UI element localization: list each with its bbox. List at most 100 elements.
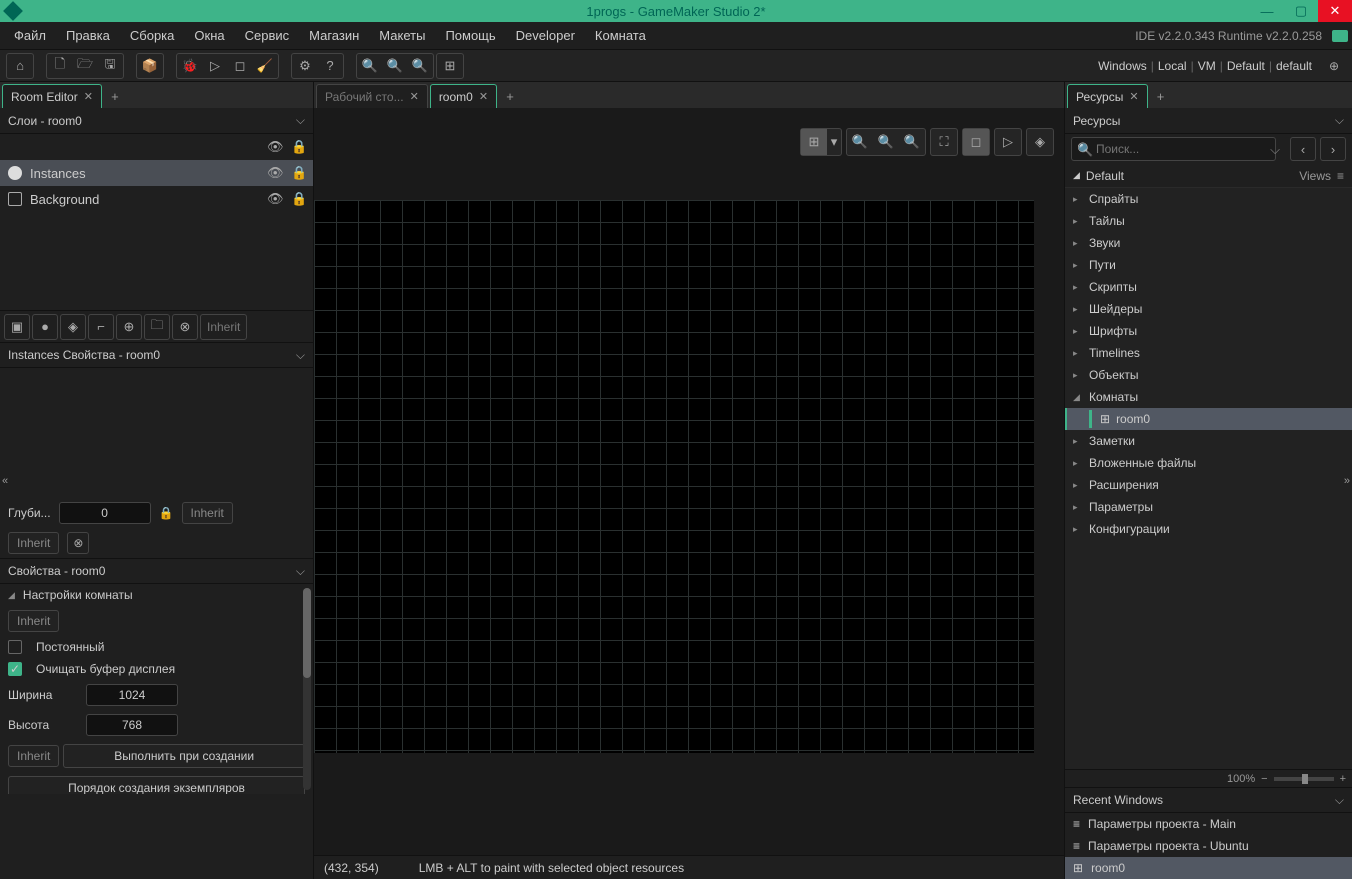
- target-windows[interactable]: Windows: [1098, 59, 1147, 73]
- tree-Расширения[interactable]: ▸Расширения: [1065, 474, 1352, 496]
- add-instance-layer-button[interactable]: ●: [32, 314, 58, 340]
- layers-header[interactable]: Слои - room0⌵: [0, 108, 313, 134]
- tab-room-editor[interactable]: Room Editor✕: [2, 84, 102, 108]
- tree-Конфигурации[interactable]: ▸Конфигурации: [1065, 518, 1352, 540]
- room-props-header[interactable]: Свойства - room0⌵: [0, 558, 313, 584]
- run-button[interactable]: ▷: [203, 55, 227, 77]
- maximize-button[interactable]: ▢: [1284, 0, 1318, 22]
- edge-expand-right[interactable]: »: [1344, 475, 1350, 487]
- clean-button[interactable]: 🧹: [253, 55, 277, 77]
- tree-Пути[interactable]: ▸Пути: [1065, 254, 1352, 276]
- zoom-out-canvas-button[interactable]: 🔍: [847, 129, 873, 155]
- play-preview-button[interactable]: ▷: [995, 129, 1021, 155]
- tree-Шрифты[interactable]: ▸Шрифты: [1065, 320, 1352, 342]
- room-grid[interactable]: [314, 200, 1034, 753]
- grid-dropdown[interactable]: ▾: [827, 129, 841, 155]
- lock-icon[interactable]: 🔒: [291, 165, 305, 181]
- nav-forward-button[interactable]: ›: [1320, 137, 1346, 161]
- close-button[interactable]: ✕: [1318, 0, 1352, 22]
- menu-магазин[interactable]: Магазин: [299, 24, 369, 47]
- eye-icon[interactable]: 👁: [267, 191, 283, 207]
- close-icon[interactable]: ✕: [1129, 90, 1138, 103]
- close-icon[interactable]: ✕: [479, 90, 488, 103]
- inherit-room-button[interactable]: Inherit: [8, 610, 59, 632]
- tree-Заметки[interactable]: ▸Заметки: [1065, 430, 1352, 452]
- menu-правка[interactable]: Правка: [56, 24, 120, 47]
- tree-Параметры[interactable]: ▸Параметры: [1065, 496, 1352, 518]
- tab-Рабочий сто...[interactable]: Рабочий сто...✕: [316, 84, 428, 108]
- clear-buffer-checkbox[interactable]: ✓: [8, 662, 22, 676]
- new-button[interactable]: 🗋: [48, 55, 72, 77]
- zoom-in-button[interactable]: 🔍: [358, 55, 382, 77]
- zoom-reset-button[interactable]: 🔍: [408, 55, 432, 77]
- eye-icon[interactable]: 👁: [267, 165, 283, 181]
- persistent-checkbox[interactable]: [8, 640, 22, 654]
- tree-item-room0[interactable]: ⊞room0: [1065, 408, 1352, 430]
- tree-Шейдеры[interactable]: ▸Шейдеры: [1065, 298, 1352, 320]
- close-icon[interactable]: ✕: [84, 90, 93, 103]
- zoom-reset-canvas-button[interactable]: 🔍: [873, 129, 899, 155]
- zoom-out-icon[interactable]: −: [1261, 773, 1267, 785]
- add-path-layer-button[interactable]: ⌐: [88, 314, 114, 340]
- instance-order-button[interactable]: Порядок создания экземпляров: [8, 776, 305, 794]
- recent-Параметры проекта - Ubuntu[interactable]: ≡Параметры проекта - Ubuntu: [1065, 835, 1352, 857]
- chat-icon[interactable]: [1332, 30, 1348, 42]
- zoom-slider[interactable]: [1274, 777, 1334, 781]
- open-button[interactable]: 🗁: [73, 55, 97, 77]
- create-exe-button[interactable]: 📦: [138, 55, 162, 77]
- save-button[interactable]: 🖫: [98, 55, 122, 77]
- nav-back-button[interactable]: ‹: [1290, 137, 1316, 161]
- depth-input[interactable]: [59, 502, 151, 524]
- minimize-button[interactable]: —: [1250, 0, 1284, 22]
- menu-макеты[interactable]: Макеты: [369, 24, 435, 47]
- tab-room0[interactable]: room0✕: [430, 84, 497, 108]
- tree-Объекты[interactable]: ▸Объекты: [1065, 364, 1352, 386]
- menu-помощь[interactable]: Помощь: [435, 24, 505, 47]
- target-manager-button[interactable]: ⊕: [1322, 55, 1346, 77]
- lock-icon[interactable]: 🔒: [159, 506, 174, 520]
- instances-props-header[interactable]: Instances Свойства - room0⌵: [0, 342, 313, 368]
- inherit-size-button[interactable]: Inherit: [8, 745, 59, 767]
- layer-view-button[interactable]: ◈: [1027, 129, 1053, 155]
- height-input[interactable]: [86, 714, 178, 736]
- menu-icon[interactable]: ≡: [1337, 169, 1344, 183]
- default-section[interactable]: ◢Default Views ≡: [1065, 164, 1352, 188]
- layer-background[interactable]: Background👁🔒: [0, 186, 313, 212]
- scrollbar[interactable]: [303, 588, 311, 790]
- add-bg-layer-button[interactable]: ▣: [4, 314, 30, 340]
- debug-button[interactable]: 🐞: [178, 55, 202, 77]
- grid-toggle-button[interactable]: ⊞: [801, 129, 827, 155]
- add-asset-layer-button[interactable]: ⊕: [116, 314, 142, 340]
- fit-canvas-button[interactable]: ⛶: [931, 129, 957, 155]
- target-vm[interactable]: VM: [1198, 59, 1216, 73]
- lock-icon[interactable]: 🔒: [291, 191, 305, 207]
- recent-windows-header[interactable]: Recent Windows⌵: [1065, 787, 1352, 813]
- target-local[interactable]: Local: [1158, 59, 1187, 73]
- add-tab-button[interactable]: +: [104, 84, 126, 108]
- tree-Тайлы[interactable]: ▸Тайлы: [1065, 210, 1352, 232]
- chevron-down-icon[interactable]: ⌵: [1270, 142, 1280, 158]
- add-tab-button[interactable]: +: [499, 84, 521, 108]
- help-button[interactable]: ?: [318, 55, 342, 77]
- target-default[interactable]: default: [1276, 59, 1312, 73]
- inherit-depth-button[interactable]: Inherit: [182, 502, 233, 524]
- zoom-in-icon[interactable]: +: [1340, 773, 1346, 785]
- docking-button[interactable]: ⊞: [438, 55, 462, 77]
- delete-layer-button[interactable]: ⊗: [172, 314, 198, 340]
- zoom-out-button[interactable]: 🔍: [383, 55, 407, 77]
- target-default[interactable]: Default: [1227, 59, 1265, 73]
- add-tab-button[interactable]: +: [1150, 84, 1172, 108]
- tab-resources[interactable]: Ресурсы✕: [1067, 84, 1148, 108]
- stop-button[interactable]: ◻: [228, 55, 252, 77]
- select-tool-button[interactable]: ◻: [963, 129, 989, 155]
- layer-instances[interactable]: Instances👁🔒: [0, 160, 313, 186]
- inherit-layers-button[interactable]: Inherit: [200, 314, 247, 340]
- close-icon[interactable]: ✕: [410, 90, 419, 103]
- menu-комната[interactable]: Комната: [585, 24, 656, 47]
- menu-developer[interactable]: Developer: [506, 24, 585, 47]
- room-settings-label[interactable]: Настройки комнаты: [23, 588, 133, 602]
- menu-сборка[interactable]: Сборка: [120, 24, 185, 47]
- recent-Параметры проекта - Main[interactable]: ≡Параметры проекта - Main: [1065, 813, 1352, 835]
- edge-expand-left[interactable]: «: [2, 475, 8, 487]
- tree-Звуки[interactable]: ▸Звуки: [1065, 232, 1352, 254]
